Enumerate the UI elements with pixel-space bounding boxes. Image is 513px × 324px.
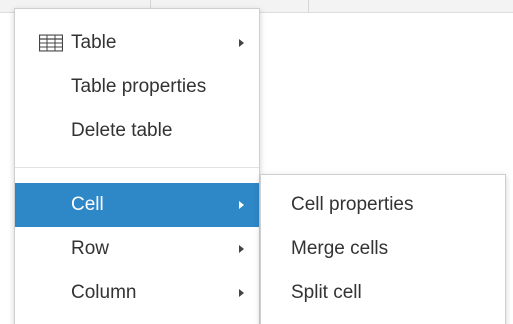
menu-item-label: Table properties [71,76,207,97]
menu-item-cell[interactable]: Cell [15,183,259,227]
menu-item-label: Cell [71,194,104,215]
menu-separator [15,167,259,168]
cell-submenu: Cell properties Merge cells Split cell [260,174,506,324]
menu-item-delete-table[interactable]: Delete table [15,109,259,153]
submenu-item-cell-properties[interactable]: Cell properties [261,183,505,227]
editor-stage: Table Table properties Delete table Cell… [0,0,513,324]
submenu-item-label: Split cell [291,282,362,303]
menu-item-label: Column [71,282,137,303]
submenu-item-label: Cell properties [291,194,414,215]
submenu-item-label: Merge cells [291,238,389,259]
menu-item-row[interactable]: Row [15,227,259,271]
chevron-right-icon [239,289,244,297]
submenu-item-merge-cells[interactable]: Merge cells [261,227,505,271]
menu-item-label: Delete table [71,120,173,141]
chevron-right-icon [239,201,244,209]
menu-item-table-properties[interactable]: Table properties [15,65,259,109]
menu-item-label: Table [71,32,117,53]
table-context-menu: Table Table properties Delete table Cell… [14,8,260,324]
chevron-right-icon [239,245,244,253]
submenu-item-split-cell[interactable]: Split cell [261,271,505,315]
menu-item-label: Row [71,238,110,259]
menu-item-table[interactable]: Table [15,21,259,65]
toolbar-divider [308,0,309,12]
chevron-right-icon [239,39,244,47]
menu-item-column[interactable]: Column [15,271,259,315]
table-icon [39,34,63,52]
